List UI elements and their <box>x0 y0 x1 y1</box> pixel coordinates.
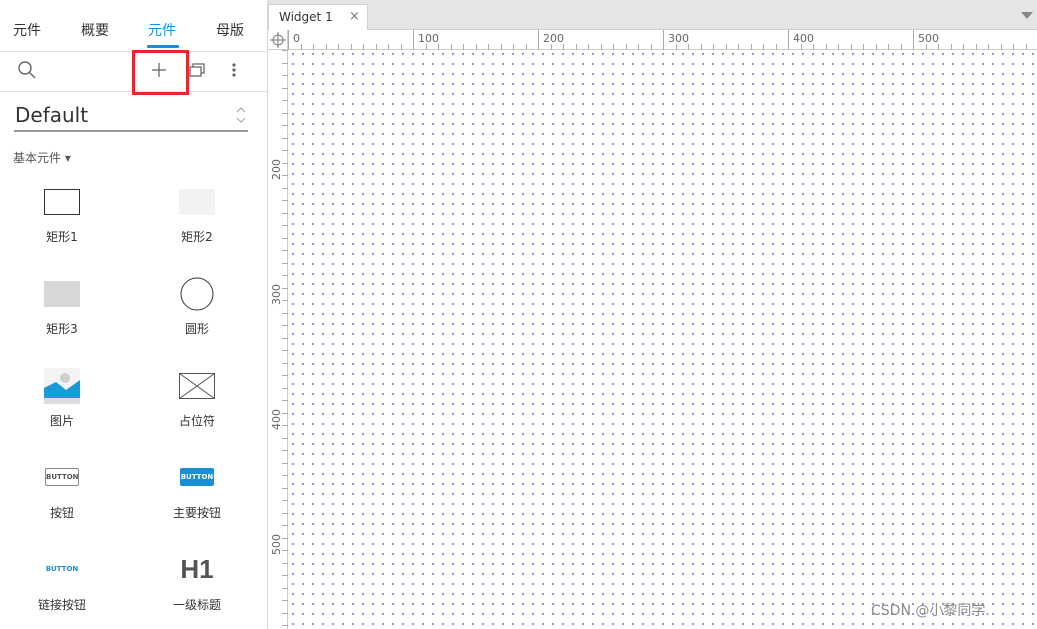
panel-tabs: 元件 概要 元件 母版 <box>0 0 267 52</box>
ruler-label: 200 <box>543 32 564 45</box>
widget-link-button[interactable]: BUTTON 链接按钮 <box>7 551 117 629</box>
widget-label: 链接按钮 <box>37 598 86 612</box>
link-button-icon: BUTTON <box>45 565 79 573</box>
document-tabbar: Widget 1 × <box>268 0 1037 30</box>
tab-masters[interactable]: 母版 <box>216 20 244 40</box>
circle-icon <box>180 277 214 315</box>
widget-placeholder[interactable]: 占位符 <box>142 367 252 447</box>
widget-label: 矩形2 <box>181 230 213 244</box>
tab-menu-dropdown-icon[interactable] <box>1021 12 1033 19</box>
rectangle-gray-icon <box>44 281 80 311</box>
ruler-label: 400 <box>270 409 283 430</box>
widget-label: 主要按钮 <box>172 506 221 520</box>
copy-icon[interactable] <box>189 62 207 82</box>
active-tab-indicator <box>147 45 179 48</box>
ruler-label: 200 <box>270 159 283 180</box>
widget-rectangle-2[interactable]: 矩形2 <box>142 183 252 263</box>
button-icon: BUTTON <box>45 468 79 486</box>
document-tab[interactable]: Widget 1 × <box>268 4 368 30</box>
widget-label: 矩形1 <box>46 230 78 244</box>
widget-label: 一级标题 <box>172 598 221 612</box>
placeholder-icon <box>179 373 215 403</box>
rectangle-light-icon <box>179 189 215 219</box>
close-icon[interactable]: × <box>349 9 360 24</box>
tab-widgets-active[interactable]: 元件 <box>148 20 176 40</box>
ruler-label: 400 <box>793 32 814 45</box>
updown-arrow-icon <box>236 105 246 127</box>
widget-image[interactable]: 图片 <box>7 367 117 447</box>
primary-button-icon: BUTTON <box>180 468 214 486</box>
widget-label: 图片 <box>49 414 74 428</box>
section-basic-widgets[interactable]: 基本元件 ▾ <box>13 149 71 166</box>
widget-panel: 元件 概要 元件 母版 Default 基本元件 ▾ 矩形1 矩形2 矩形3 圆… <box>0 0 268 629</box>
library-selector[interactable]: Default <box>14 100 248 132</box>
image-icon <box>44 368 80 408</box>
annotation-highlight-box <box>132 50 189 95</box>
heading-icon: H1 <box>180 554 214 584</box>
ruler-origin-crosshair-icon[interactable] <box>268 30 288 50</box>
vertical-ruler: 200 300 400 500 <box>268 50 288 629</box>
tab-outline[interactable]: 概要 <box>81 20 109 40</box>
widget-rectangle-1[interactable]: 矩形1 <box>7 183 117 263</box>
widget-rectangle-3[interactable]: 矩形3 <box>7 275 117 355</box>
ruler-label: 300 <box>270 284 283 305</box>
ruler-label: 500 <box>270 534 283 555</box>
rectangle-outline-icon <box>44 189 80 219</box>
widget-circle[interactable]: 圆形 <box>142 275 252 355</box>
ruler-label: 500 <box>918 32 939 45</box>
search-icon[interactable] <box>17 60 37 84</box>
widget-button[interactable]: BUTTON 按钮 <box>7 459 117 539</box>
widget-label: 按钮 <box>49 506 74 520</box>
design-canvas[interactable] <box>289 51 1037 629</box>
watermark: CSDN @小黎同学. <box>871 603 990 619</box>
widget-primary-button[interactable]: BUTTON 主要按钮 <box>142 459 252 539</box>
library-name: Default <box>15 103 89 127</box>
more-icon[interactable] <box>230 62 238 82</box>
widget-label: 圆形 <box>184 322 209 336</box>
document-tab-title: Widget 1 <box>279 10 333 24</box>
widget-heading-1[interactable]: H1 一级标题 <box>142 551 252 629</box>
ruler-label: 300 <box>668 32 689 45</box>
ruler-label: 0 <box>293 32 300 45</box>
horizontal-ruler: 0 100 200 300 400 500 <box>288 30 1037 50</box>
ruler-label: 100 <box>418 32 439 45</box>
tab-widgets-1[interactable]: 元件 <box>13 20 41 40</box>
widget-label: 矩形3 <box>46 322 78 336</box>
widget-label: 占位符 <box>178 414 215 428</box>
